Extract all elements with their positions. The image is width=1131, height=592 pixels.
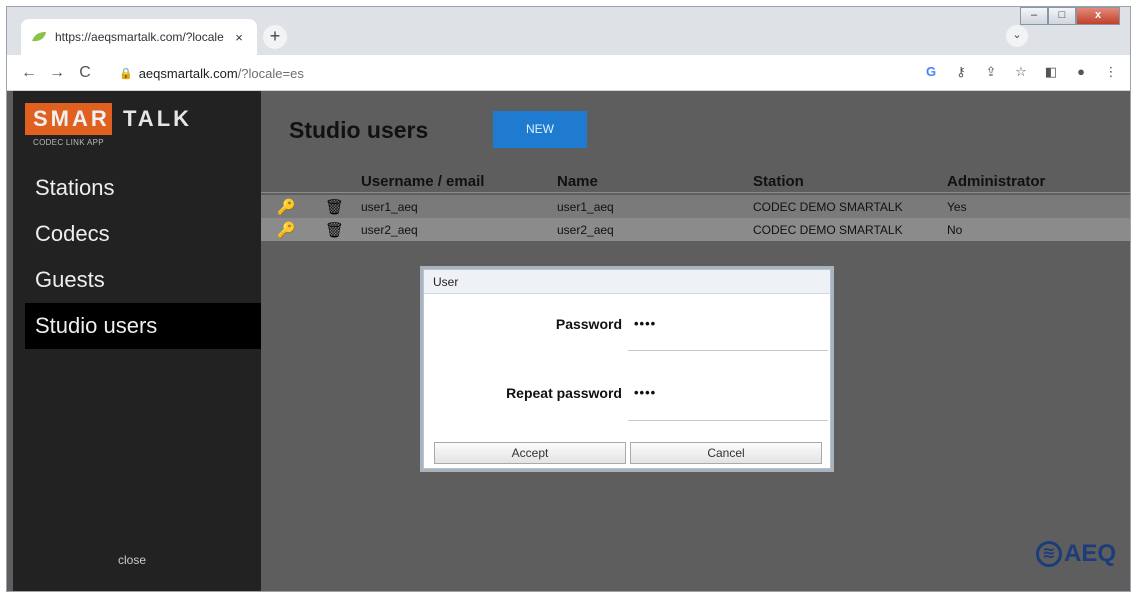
key-icon[interactable]: 🔑: [277, 198, 296, 216]
sidebar: SMAR TALK CODEC LINK APP Stations Codecs…: [13, 91, 261, 591]
sidebar-item-codecs[interactable]: Codecs: [25, 211, 261, 257]
password-label: Password: [555, 316, 622, 332]
new-user-button[interactable]: NEW: [493, 111, 587, 148]
sidebar-item-guests[interactable]: Guests: [25, 257, 261, 303]
smartalk-logo: SMAR TALK CODEC LINK APP: [25, 103, 215, 153]
tab-search-button[interactable]: ⌄: [1006, 25, 1028, 47]
window-controls: – □ x: [1020, 7, 1120, 25]
column-header-station[interactable]: Station: [753, 173, 804, 190]
password-key-icon[interactable]: ⚷: [950, 61, 972, 83]
browser-tab[interactable]: https://aeqsmartalk.com/?locale ×: [21, 19, 257, 55]
browser-window: https://aeqsmartalk.com/?locale × + ⌄ – …: [6, 6, 1131, 592]
cell-administrator: Yes: [947, 200, 967, 214]
bookmark-star-icon[interactable]: ☆: [1010, 61, 1032, 83]
aeq-brand-text: AEQ: [1063, 540, 1116, 567]
key-icon[interactable]: 🔑: [277, 221, 296, 239]
sidebar-item-studio-users[interactable]: Studio users: [25, 303, 261, 349]
url-path: /?locale=es: [237, 65, 304, 81]
app-area: SMAR TALK CODEC LINK APP Stations Codecs…: [7, 91, 1130, 591]
logo-part-smar: SMAR: [25, 103, 112, 135]
new-tab-button[interactable]: +: [263, 25, 287, 49]
tab-strip: https://aeqsmartalk.com/?locale × + ⌄ – …: [7, 7, 1130, 55]
repeat-password-label: Repeat password: [506, 385, 622, 401]
close-link[interactable]: close: [118, 553, 146, 567]
table-header: Username / email Name Station Administra…: [261, 169, 1130, 193]
share-icon[interactable]: ⇪: [980, 61, 1002, 83]
cell-station: CODEC DEMO SMARTALK: [753, 223, 903, 237]
url-domain: aeqsmartalk.com: [138, 65, 238, 81]
main-content: Studio users NEW Username / email Name S…: [261, 91, 1130, 591]
profile-avatar-icon[interactable]: ●: [1070, 61, 1092, 83]
dialog-title: User: [424, 270, 830, 294]
trash-icon[interactable]: 🗑: [325, 198, 344, 216]
accept-button[interactable]: Accept: [434, 442, 626, 464]
browser-menu-icon[interactable]: ⋮: [1100, 61, 1122, 83]
cancel-button[interactable]: Cancel: [630, 442, 822, 464]
sidebar-item-stations[interactable]: Stations: [25, 165, 261, 211]
password-field-underline: [628, 350, 828, 351]
tab-title: https://aeqsmartalk.com/?locale: [55, 30, 224, 44]
repeat-password-field-underline: [628, 420, 828, 421]
maximize-button[interactable]: □: [1048, 7, 1076, 25]
back-button[interactable]: ←: [15, 64, 43, 82]
aeq-logo: ≋ AEQ: [1035, 539, 1116, 569]
cell-name: user2_aeq: [557, 223, 614, 237]
address-bar[interactable]: 🔒 aeqsmartalk.com /?locale=es: [119, 61, 304, 85]
user-dialog: User Password •••• Repeat password •••• …: [423, 269, 831, 469]
column-header-administrator[interactable]: Administrator: [947, 173, 1045, 190]
cell-administrator: No: [947, 223, 963, 237]
password-field[interactable]: ••••: [634, 316, 656, 331]
trash-icon[interactable]: 🗑: [325, 221, 344, 239]
reload-button[interactable]: C: [71, 64, 99, 82]
table-row[interactable]: 🔑 🗑 user2_aeq user2_aeq CODEC DEMO SMART…: [261, 218, 1130, 241]
minimize-button[interactable]: –: [1020, 7, 1048, 25]
logo-part-talk: TALK: [123, 106, 193, 131]
column-header-username[interactable]: Username / email: [361, 173, 484, 190]
table-row[interactable]: 🔑 🗑 user1_aeq user1_aeq CODEC DEMO SMART…: [261, 195, 1130, 218]
lock-icon[interactable]: 🔒: [119, 67, 133, 80]
leaf-favicon-icon: [32, 32, 46, 42]
cell-username: user1_aeq: [361, 200, 418, 214]
google-icon[interactable]: G: [920, 61, 942, 83]
tab-close-icon[interactable]: ×: [231, 30, 247, 45]
close-window-button[interactable]: x: [1076, 7, 1120, 25]
cell-username: user2_aeq: [361, 223, 418, 237]
browser-toolbar: ← → C 🔒 aeqsmartalk.com /?locale=es G ⚷ …: [7, 55, 1130, 91]
logo-subtitle: CODEC LINK APP: [33, 138, 104, 147]
page-title: Studio users: [289, 117, 429, 143]
aeq-mark-icon: ≋: [1035, 541, 1062, 567]
toolbar-right-icons: G ⚷ ⇪ ☆ ◧ ● ⋮: [920, 61, 1122, 83]
side-panel-icon[interactable]: ◧: [1040, 61, 1062, 83]
cell-station: CODEC DEMO SMARTALK: [753, 200, 903, 214]
cell-name: user1_aeq: [557, 200, 614, 214]
column-header-name[interactable]: Name: [557, 173, 598, 190]
forward-button[interactable]: →: [43, 64, 71, 82]
repeat-password-field[interactable]: ••••: [634, 385, 656, 400]
